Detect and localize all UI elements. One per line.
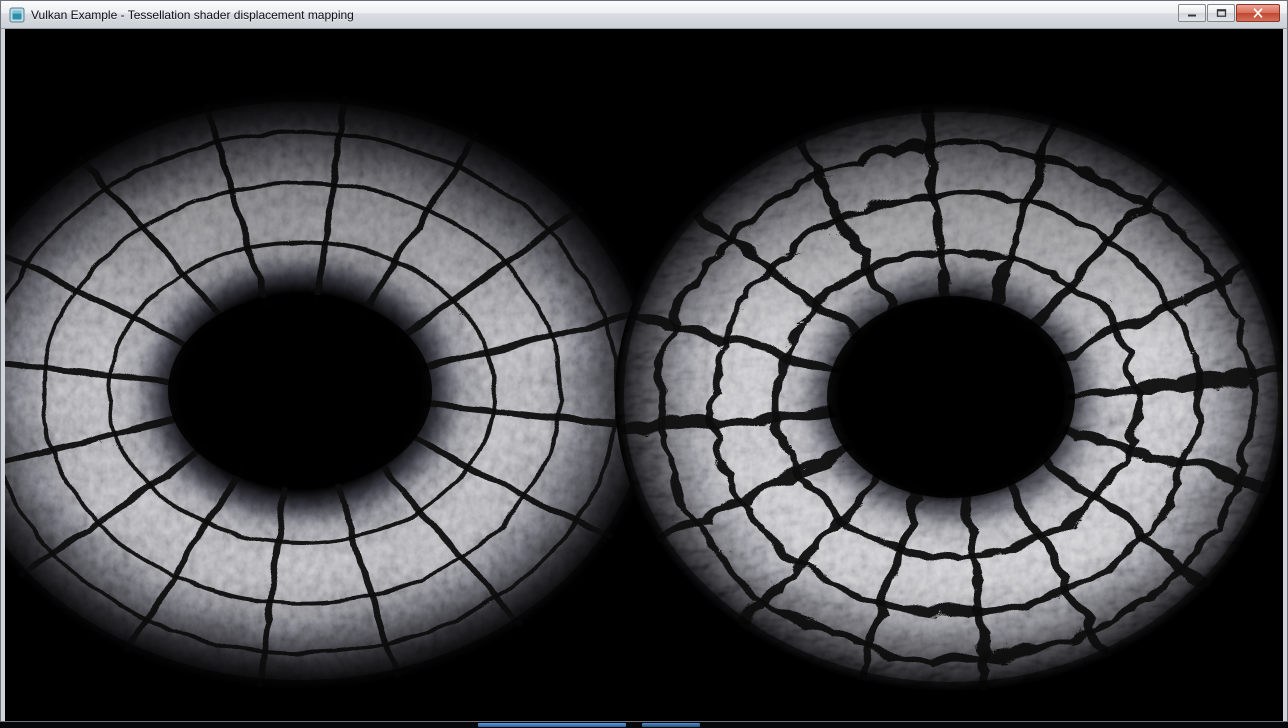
taskbar-window-preview[interactable] [478, 723, 626, 727]
maximize-icon [1216, 8, 1227, 18]
render-scene [5, 29, 1283, 721]
screen: Vulkan Example - Tessellation shader dis… [0, 0, 1288, 728]
minimize-icon [1187, 8, 1197, 18]
taskbar-sliver[interactable] [0, 722, 1288, 728]
taskbar-window-preview[interactable] [642, 723, 700, 727]
torus-right-displaced [615, 103, 1283, 691]
app-window: Vulkan Example - Tessellation shader dis… [0, 0, 1288, 722]
close-icon [1252, 8, 1264, 18]
window-title: Vulkan Example - Tessellation shader dis… [31, 8, 354, 22]
vulkan-app-icon [9, 7, 25, 23]
maximize-button[interactable] [1207, 4, 1235, 22]
torus-left-flat [5, 93, 658, 689]
render-viewport[interactable] [5, 29, 1283, 721]
window-titlebar[interactable]: Vulkan Example - Tessellation shader dis… [1, 1, 1287, 29]
minimize-button[interactable] [1178, 4, 1206, 22]
close-button[interactable] [1236, 4, 1280, 22]
depth-shading [615, 103, 1283, 691]
window-controls [1178, 4, 1280, 22]
depth-shading [5, 93, 658, 689]
